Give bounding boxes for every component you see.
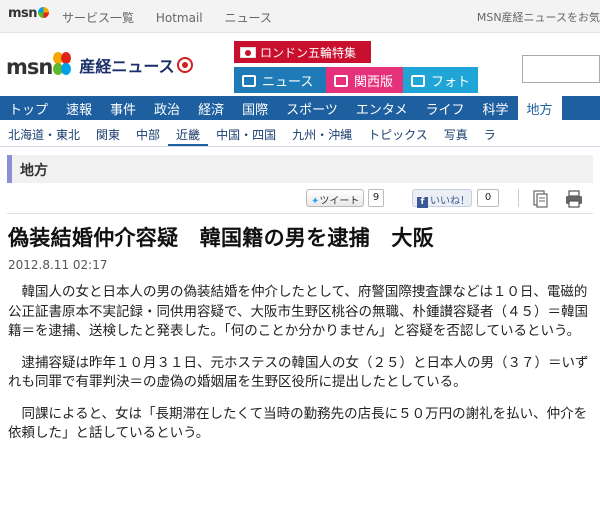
nav-sports[interactable]: スポーツ: [277, 96, 347, 120]
article-body: 韓国人の女と日本人の男の偽装結婚を仲介したとして、府警国際捜査課などは１０日、電…: [8, 283, 596, 456]
tweet-count: 9: [368, 189, 384, 207]
article-divider: [7, 213, 593, 214]
primary-nav: トップ 速報 事件 政治 経済 国際 スポーツ エンタメ ライフ 科学 地方: [0, 96, 600, 120]
section-title: 地方: [7, 155, 593, 183]
nav-international[interactable]: 国際: [233, 96, 277, 120]
article-paragraph: 同課によると、女は「長期滞在したくて当時の勤務先の店長に５０万円の謝礼を払い、仲…: [8, 405, 588, 442]
nav-breaking[interactable]: 速報: [57, 96, 101, 120]
tab-photo-label: フォト: [431, 75, 471, 90]
edition-tabs: ニュース 関西版 フォト: [234, 67, 478, 93]
like-count: 0: [477, 189, 499, 207]
region-more[interactable]: ラ: [476, 120, 504, 146]
nav-local[interactable]: 地方: [517, 96, 562, 120]
monitor-icon: [242, 75, 256, 87]
link-news[interactable]: ニュース: [224, 11, 271, 25]
tab-news[interactable]: ニュース: [234, 67, 326, 93]
article-date: 2012.8.11 02:17: [8, 258, 108, 272]
tab-photo[interactable]: フォト: [403, 67, 478, 93]
nav-politics[interactable]: 政治: [145, 96, 189, 120]
site-logo[interactable]: msn 産経ニュース: [6, 51, 193, 79]
article-headline: 偽装結婚仲介容疑 韓国籍の男を逮捕 大阪: [8, 226, 434, 250]
logo-msn-text: msn: [6, 55, 53, 79]
region-chugoku-shikoku[interactable]: 中国・四国: [208, 120, 284, 146]
tab-kansai[interactable]: 関西版: [326, 67, 403, 93]
japan-flag-icon: [240, 47, 256, 58]
nav-top[interactable]: トップ: [0, 96, 57, 120]
msn-mini-text: msn: [8, 6, 38, 21]
butterfly-icon: [38, 7, 50, 18]
region-kyushu-okinawa[interactable]: 九州・沖縄: [284, 120, 360, 146]
camera-icon: [411, 75, 425, 87]
msn-butterfly-icon: [53, 52, 72, 75]
facebook-icon: f: [417, 197, 428, 208]
region-hokkaido-tohoku[interactable]: 北海道・東北: [0, 120, 88, 146]
link-hotmail[interactable]: Hotmail: [156, 11, 203, 25]
search-input[interactable]: [522, 55, 600, 83]
tweet-button[interactable]: ✦ツイート: [306, 189, 364, 207]
region-kanto[interactable]: 関東: [88, 120, 128, 146]
regional-nav: 北海道・東北 関東 中部 近畿 中国・四国 九州・沖縄 トピックス 写真 ラ: [0, 120, 600, 147]
article-paragraph: 逮捕容疑は昨年１０月３１日、元ホステスの韓国人の女（２５）と日本人の男（３７）＝…: [8, 354, 589, 391]
document-icon: [334, 75, 348, 87]
tweet-label: ツイート: [319, 196, 360, 207]
nav-incidents[interactable]: 事件: [101, 96, 145, 120]
region-chubu[interactable]: 中部: [128, 120, 168, 146]
sankei-eye-icon: [176, 57, 193, 73]
favorite-link[interactable]: MSN産経ニュースをお気: [477, 9, 600, 25]
share-divider: [518, 189, 519, 207]
region-kinki[interactable]: 近畿: [168, 120, 209, 146]
nav-science[interactable]: 科学: [473, 96, 517, 120]
region-photos[interactable]: 写真: [436, 120, 476, 146]
tab-kansai-label: 関西版: [354, 75, 394, 90]
nav-entertainment[interactable]: エンタメ: [347, 96, 417, 120]
clip-icon[interactable]: [530, 189, 550, 209]
nav-economy[interactable]: 経済: [189, 96, 233, 120]
link-service-list[interactable]: サービス一覧: [62, 11, 134, 25]
region-topics[interactable]: トピックス: [360, 120, 436, 146]
article-paragraph: 韓国人の女と日本人の男の偽装結婚を仲介したとして、府警国際捜査課などは１０日、電…: [8, 284, 588, 339]
special-label: ロンドン五輪特集: [260, 46, 357, 60]
nav-life[interactable]: ライフ: [416, 96, 473, 120]
top-utility-bar: msn サービス一覧 Hotmail ニュース MSN産経ニュースをお気: [0, 0, 600, 33]
msn-mini-logo[interactable]: msn: [8, 6, 50, 21]
like-label: いいね！: [430, 196, 470, 207]
utility-links: サービス一覧 Hotmail ニュース: [62, 9, 290, 26]
tab-news-label: ニュース: [262, 75, 314, 90]
share-bar: ✦ツイート 9 f いいね！ 0: [0, 189, 600, 211]
site-header: msn 産経ニュース ロンドン五輪特集 ニュース 関西版 フォト: [0, 33, 600, 93]
print-icon[interactable]: [564, 189, 584, 209]
like-button[interactable]: f いいね！: [412, 189, 472, 208]
logo-sankei-text: 産経ニュース: [79, 57, 175, 76]
olympics-special-link[interactable]: ロンドン五輪特集: [234, 41, 371, 63]
